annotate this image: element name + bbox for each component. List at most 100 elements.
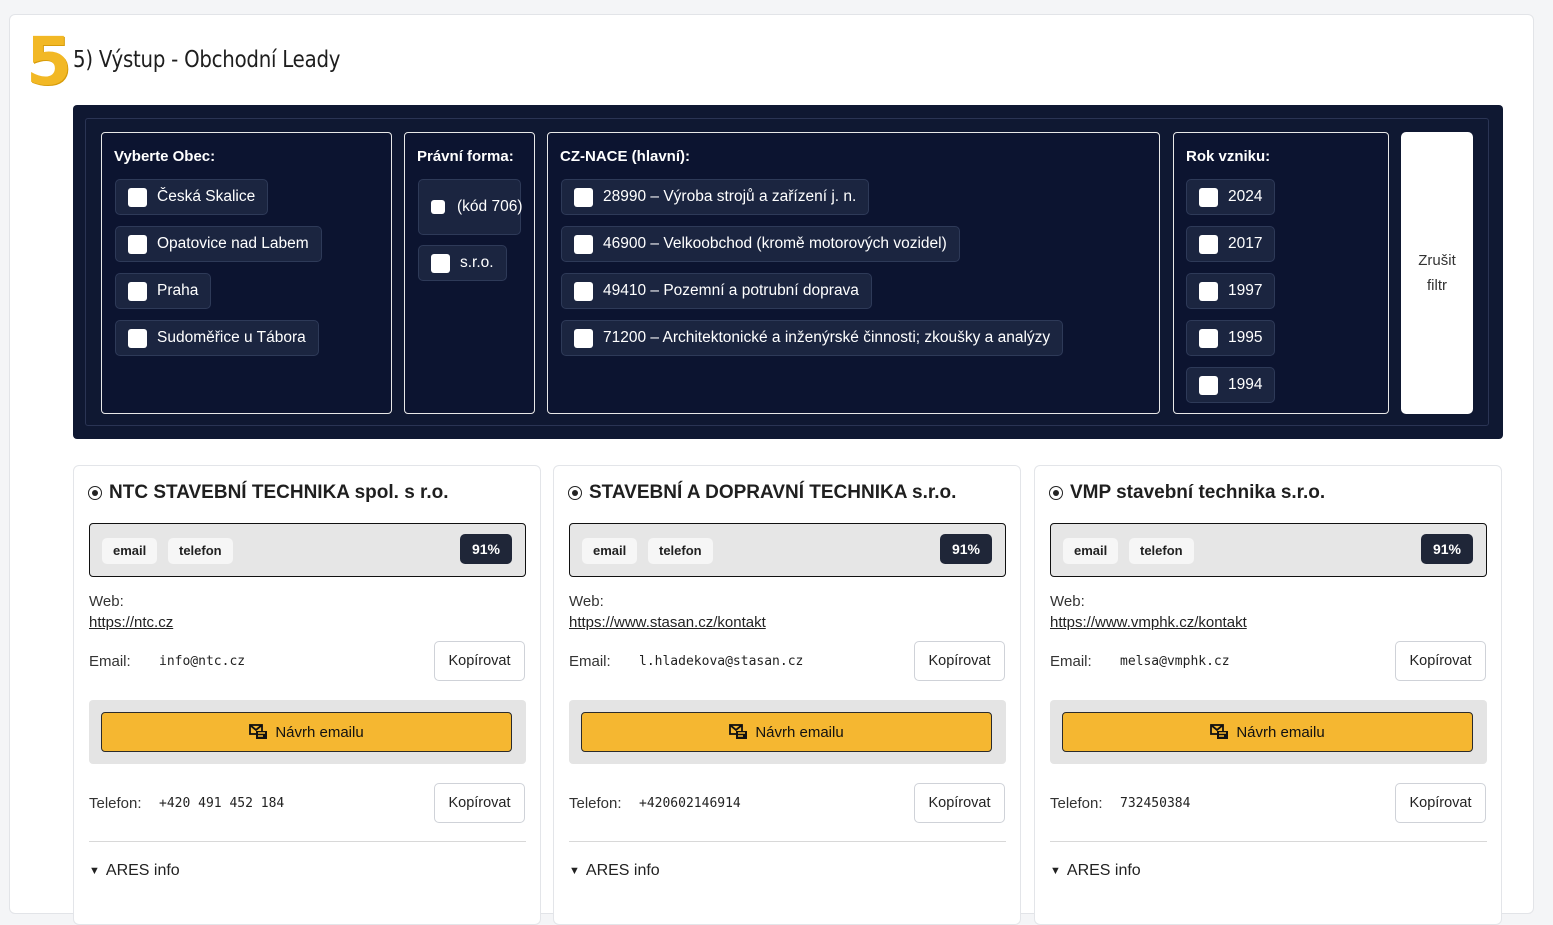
tag-email: email [102,538,158,564]
lead-card-title: NTC STAVEBNÍ TECHNIKA spol. s r.o. [88,482,449,504]
checkbox[interactable] [574,234,593,254]
filter-nace-option[interactable]: 28990 – Výroba strojů a zařízení j. n. [561,179,870,215]
copy-email-button[interactable]: Kopírovat [1395,641,1486,681]
filter-nace-option[interactable]: 71200 – Architektonické a inženýrské čin… [561,320,1064,356]
filter-panel-inner: Vyberte Obec: Česká Skalice Opatovice na… [85,118,1489,426]
suggest-email-button[interactable]: Návrh emailu [101,712,512,752]
checkbox[interactable] [431,200,445,214]
email-value: info@ntc.cz [159,654,246,669]
phone-label: Telefon: [89,795,142,812]
mail-envelope-icon [1210,724,1229,740]
copy-phone-button[interactable]: Kopírovat [914,783,1005,823]
divider [569,841,1006,842]
filter-obec-option[interactable]: Sudoměřice u Tábora [115,320,319,356]
phone-value: +420 491 452 184 [159,796,285,811]
email-label: Email: [1050,653,1092,670]
mail-envelope-icon [729,724,748,740]
divider [89,841,526,842]
checkbox[interactable] [574,281,593,301]
suggest-email-button[interactable]: Návrh emailu [1062,712,1473,752]
suggest-email-button[interactable]: Návrh emailu [581,712,992,752]
ares-info-toggle[interactable]: ▼ ARES info [89,862,180,880]
web-label: Web: [1050,593,1085,610]
email-suggest-wrapper: Návrh emailu [569,700,1006,764]
checkbox[interactable] [431,253,450,273]
checkbox[interactable] [1199,234,1218,254]
web-label: Web: [569,593,604,610]
checkbox[interactable] [574,328,593,348]
lead-card: VMP stavební technika s.r.o. email telef… [1034,465,1502,925]
phone-label: Telefon: [1050,795,1103,812]
filter-nace-option[interactable]: 49410 – Pozemní a potrubní doprava [561,273,872,309]
filter-rok-option[interactable]: 2017 [1186,226,1276,262]
checkbox[interactable] [128,187,147,207]
checkbox[interactable] [1199,281,1218,301]
web-link[interactable]: https://www.vmphk.cz/kontakt [1050,614,1247,631]
divider [1050,841,1487,842]
lead-tag-bar: email telefon 91% [569,523,1006,577]
tag-email: email [582,538,638,564]
section-title: 5) Výstup - Obchodní Leady [73,47,341,73]
lead-output-section: 5 5) Výstup - Obchodní Leady Vyberte Obe… [9,14,1534,925]
tag-telefon: telefon [648,538,713,564]
lead-tag-bar: email telefon 91% [1050,523,1487,577]
copy-phone-button[interactable]: Kopírovat [434,783,525,823]
phone-value: +420602146914 [639,796,741,811]
web-link[interactable]: https://www.stasan.cz/kontakt [569,614,766,631]
filter-obec: Vyberte Obec: Česká Skalice Opatovice na… [101,132,392,414]
filter-panel: Vyberte Obec: Česká Skalice Opatovice na… [73,105,1503,439]
lead-card-title: STAVEBNÍ A DOPRAVNÍ TECHNIKA s.r.o. [568,482,956,504]
filter-nace-title: CZ-NACE (hlavní): [560,148,690,165]
triangle-down-icon: ▼ [569,865,580,877]
filter-rok-option[interactable]: 1995 [1186,320,1276,356]
filter-obec-option[interactable]: Praha [115,273,212,309]
step-number-badge: 5 [26,23,72,100]
checkbox[interactable] [1199,375,1218,395]
web-link[interactable]: https://ntc.cz [89,614,173,631]
target-icon [1049,486,1063,500]
email-suggest-wrapper: Návrh emailu [89,700,526,764]
lead-card: STAVEBNÍ A DOPRAVNÍ TECHNIKA s.r.o. emai… [553,465,1021,925]
lead-tag-bar: email telefon 91% [89,523,526,577]
score-badge: 91% [939,534,992,564]
filter-rok-option[interactable]: 2024 [1186,179,1276,215]
checkbox[interactable] [128,328,147,348]
filter-rok-option[interactable]: 1994 [1186,367,1276,403]
filter-obec-option[interactable]: Česká Skalice [115,179,269,215]
checkbox[interactable] [574,187,593,207]
web-label: Web: [89,593,124,610]
filter-pravni-forma: Právní forma: (kód 706) s.r.o. [404,132,535,414]
filter-nace-option[interactable]: 46900 – Velkoobchod (kromě motorových vo… [561,226,960,262]
filter-rok-option[interactable]: 1997 [1186,273,1276,309]
filter-pravni-forma-option[interactable]: (kód 706) [418,179,522,235]
mail-envelope-icon [249,724,268,740]
checkbox[interactable] [1199,187,1218,207]
tag-telefon: telefon [168,538,233,564]
triangle-down-icon: ▼ [1050,865,1061,877]
filter-rok-title: Rok vzniku: [1186,148,1271,165]
checkbox[interactable] [128,234,147,254]
copy-phone-button[interactable]: Kopírovat [1395,783,1486,823]
email-suggest-wrapper: Návrh emailu [1050,700,1487,764]
tag-telefon: telefon [1129,538,1194,564]
phone-label: Telefon: [569,795,622,812]
reset-filter-button[interactable]: Zrušit filtr [1401,132,1473,414]
score-badge: 91% [1420,534,1473,564]
checkbox[interactable] [1199,328,1218,348]
filter-pravni-forma-option[interactable]: s.r.o. [418,245,507,281]
target-icon [568,486,582,500]
phone-value: 732450384 [1120,796,1191,811]
filter-obec-option[interactable]: Opatovice nad Labem [115,226,322,262]
ares-info-toggle[interactable]: ▼ ARES info [1050,862,1141,880]
tag-email: email [1063,538,1119,564]
ares-info-toggle[interactable]: ▼ ARES info [569,862,660,880]
filter-rok: Rok vzniku: 2024 2017 1997 1995 1994 [1173,132,1389,414]
email-value: melsa@vmphk.cz [1120,654,1230,669]
lead-card: NTC STAVEBNÍ TECHNIKA spol. s r.o. email… [73,465,541,925]
checkbox[interactable] [128,281,147,301]
copy-email-button[interactable]: Kopírovat [434,641,525,681]
triangle-down-icon: ▼ [89,865,100,877]
target-icon [88,486,102,500]
copy-email-button[interactable]: Kopírovat [914,641,1005,681]
filter-obec-title: Vyberte Obec: [114,148,216,165]
